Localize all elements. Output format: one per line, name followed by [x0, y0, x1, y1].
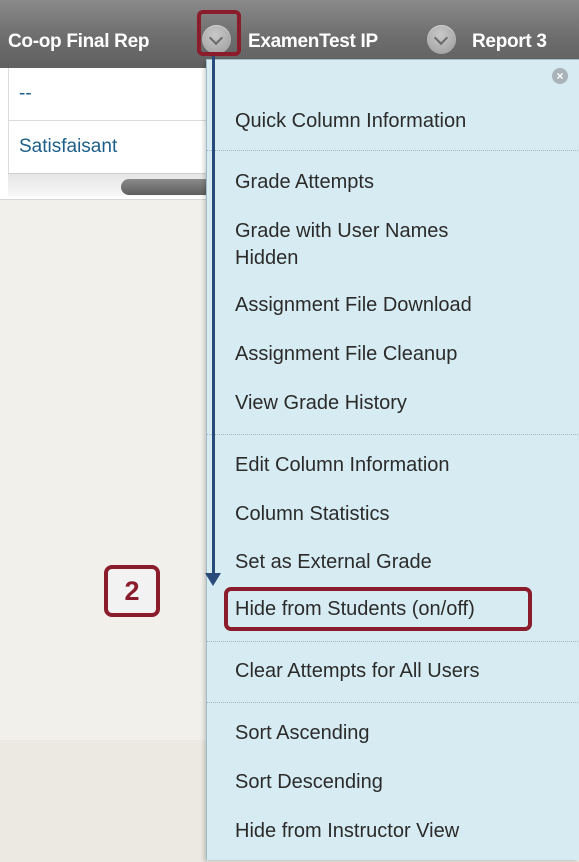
column-context-menu: × Quick Column Information Grade Attempt… [206, 59, 579, 860]
menu-item-assignment-file-cleanup[interactable]: Assignment File Cleanup [235, 341, 457, 367]
menu-item-hide-from-instructor-view[interactable]: Hide from Instructor View [235, 818, 459, 844]
grade-cell-value[interactable]: -- [19, 83, 32, 105]
menu-item-column-statistics[interactable]: Column Statistics [235, 501, 390, 527]
page-footer-band [0, 740, 206, 862]
menu-group-grading: Grade Attempts Grade with User Names Hid… [207, 151, 579, 435]
column-title-report-3[interactable]: Report 3 [472, 31, 547, 53]
menu-item-clear-attempts-for-all-users[interactable]: Clear Attempts for All Users [235, 658, 480, 684]
menu-item-sort-ascending[interactable]: Sort Ascending [235, 720, 370, 746]
column-title-co-op-final-report[interactable]: Co-op Final Rep [8, 31, 149, 53]
menu-item-assignment-file-download[interactable]: Assignment File Download [235, 292, 472, 318]
step-number-badge: 2 [104, 565, 160, 617]
grade-cell[interactable]: -- [8, 68, 207, 121]
callout-highlight-hide-from-students [224, 587, 532, 631]
arrow-head-icon [205, 573, 221, 586]
menu-item-grade-with-user-names-hidden[interactable]: Grade with User Names [235, 218, 448, 244]
menu-item-quick-column-information[interactable]: Quick Column Information [235, 108, 466, 134]
menu-item-sort-descending[interactable]: Sort Descending [235, 769, 383, 795]
horizontal-scrollbar[interactable] [8, 173, 221, 196]
menu-item-grade-attempts[interactable]: Grade Attempts [235, 169, 374, 195]
menu-group-info: Quick Column Information [207, 88, 579, 151]
column-menu-chevron-down-icon[interactable] [427, 25, 456, 54]
divider [0, 199, 206, 200]
close-icon[interactable]: × [552, 68, 568, 84]
column-title-examentest-ip[interactable]: ExamenTest IP [248, 31, 378, 53]
callout-highlight-dropdown [197, 10, 241, 56]
grade-cell[interactable]: Satisfaisant [8, 121, 207, 174]
menu-item-grade-with-user-names-hidden-line2[interactable]: Hidden [235, 245, 298, 271]
arrow-icon [212, 56, 215, 574]
menu-item-set-as-external-grade[interactable]: Set as External Grade [235, 549, 432, 575]
menu-group-attempts: Clear Attempts for All Users [207, 642, 579, 703]
menu-item-edit-column-information[interactable]: Edit Column Information [235, 452, 450, 478]
grade-cell-value[interactable]: Satisfaisant [19, 136, 117, 158]
menu-group-view: Sort Ascending Sort Descending Hide from… [207, 703, 579, 860]
menu-item-view-grade-history[interactable]: View Grade History [235, 390, 407, 416]
